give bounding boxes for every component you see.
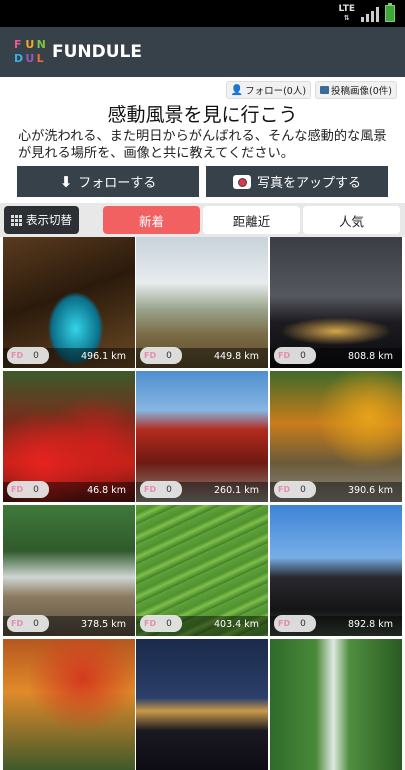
photo-tile[interactable]: [270, 639, 402, 770]
photo-tile[interactable]: FD 0 390.6 km: [270, 371, 402, 502]
photo-image: [136, 639, 268, 770]
page-title: 感動風景を見に行こう: [107, 104, 298, 126]
distance-label: 390.6 km: [348, 485, 393, 496]
photo-tile[interactable]: FD 0 378.5 km: [3, 505, 135, 636]
distance-label: 449.8 km: [214, 351, 259, 362]
distance-label: 378.5 km: [81, 619, 126, 630]
photo-tile[interactable]: [3, 639, 135, 770]
download-arrow-icon: ⬇: [59, 172, 73, 191]
like-button[interactable]: FD 0: [7, 347, 49, 364]
photo-image: [3, 639, 135, 770]
photo-tile[interactable]: FD 0 46.8 km: [3, 371, 135, 502]
tab-newest[interactable]: 新着: [103, 206, 200, 234]
fundule-like-icon: FD: [278, 351, 291, 360]
like-button[interactable]: FD 0: [7, 481, 49, 498]
like-button[interactable]: FD 0: [274, 615, 316, 632]
like-count: 0: [300, 484, 306, 495]
like-button[interactable]: FD 0: [7, 615, 49, 632]
photo-image: [270, 639, 402, 770]
distance-label: 496.1 km: [81, 351, 126, 362]
fundule-like-icon: FD: [278, 619, 291, 628]
like-button[interactable]: FD 0: [274, 481, 316, 498]
app-bar: FUN DUL FUNDULE: [0, 27, 405, 77]
tab-nearest[interactable]: 距離近: [203, 206, 300, 234]
like-count: 0: [166, 618, 172, 629]
follow-button[interactable]: ⬇ フォローする: [17, 166, 199, 197]
distance-label: 403.4 km: [214, 619, 259, 630]
photo-tile[interactable]: [136, 639, 268, 770]
photo-tile[interactable]: FD 0 496.1 km: [3, 237, 135, 368]
fundule-like-icon: FD: [278, 485, 291, 494]
follow-button-label: フォローする: [78, 176, 157, 191]
like-count: 0: [166, 350, 172, 361]
photo-tile[interactable]: FD 0 403.4 km: [136, 505, 268, 636]
app-title: FUNDULE: [52, 42, 143, 62]
like-button[interactable]: FD 0: [274, 347, 316, 364]
like-count: 0: [33, 618, 39, 629]
app-logo: FUN DUL: [14, 38, 46, 65]
distance-label: 808.8 km: [348, 351, 393, 362]
fundule-like-icon: FD: [144, 619, 157, 628]
like-count: 0: [300, 350, 306, 361]
fundule-like-icon: FD: [11, 619, 24, 628]
like-count: 0: [33, 350, 39, 361]
photo-grid: FD 0 496.1 km FD 0 449.8 km FD 0 808.8 km FD 0 46.8…: [0, 237, 405, 770]
battery-icon: [385, 3, 395, 22]
photo-tile[interactable]: FD 0 260.1 km: [136, 371, 268, 502]
fundule-like-icon: FD: [11, 351, 24, 360]
person-icon: 👤: [230, 84, 244, 96]
like-count: 0: [300, 618, 306, 629]
stats-row: 👤 フォロー(0人) 投稿画像(0件): [225, 81, 397, 99]
distance-label: 260.1 km: [214, 485, 259, 496]
like-count: 0: [166, 484, 172, 495]
network-label: LTE: [338, 3, 355, 14]
upload-photo-button[interactable]: 写真をアップする: [206, 166, 388, 197]
like-count: 0: [33, 484, 39, 495]
fundule-like-icon: FD: [11, 485, 24, 494]
network-indicator: LTE ⇅: [338, 3, 355, 22]
distance-label: 46.8 km: [87, 485, 126, 496]
camera-icon: [232, 174, 251, 189]
fundule-like-icon: FD: [144, 351, 157, 360]
tab-popular[interactable]: 人気: [303, 206, 400, 234]
view-toggle-label: 表示切替: [26, 213, 72, 227]
like-button[interactable]: FD 0: [140, 481, 182, 498]
post-count-badge: 投稿画像(0件): [315, 81, 397, 99]
upload-button-label: 写真をアップする: [256, 176, 361, 191]
grid-icon: [11, 214, 22, 226]
photo-tile[interactable]: FD 0 892.8 km: [270, 505, 402, 636]
distance-label: 892.8 km: [348, 619, 393, 630]
like-button[interactable]: FD 0: [140, 615, 182, 632]
view-toggle-button[interactable]: 表示切替: [4, 206, 79, 234]
filter-toolbar: 表示切替 新着 距離近 人気: [0, 203, 405, 237]
photo-tile[interactable]: FD 0 808.8 km: [270, 237, 402, 368]
like-button[interactable]: FD 0: [140, 347, 182, 364]
status-bar: LTE ⇅: [0, 0, 405, 27]
signal-icon: [361, 6, 379, 22]
photo-tile[interactable]: FD 0 449.8 km: [136, 237, 268, 368]
sort-tabs: 新着 距離近 人気: [103, 206, 400, 234]
fundule-like-icon: FD: [144, 485, 157, 494]
follow-count-badge: 👤 フォロー(0人): [225, 81, 312, 99]
image-icon: [320, 86, 330, 94]
page-description: 心が洗われる、また明日からがんばれる、そんな感動的な風景が見れる場所を、画像と共…: [18, 129, 387, 161]
